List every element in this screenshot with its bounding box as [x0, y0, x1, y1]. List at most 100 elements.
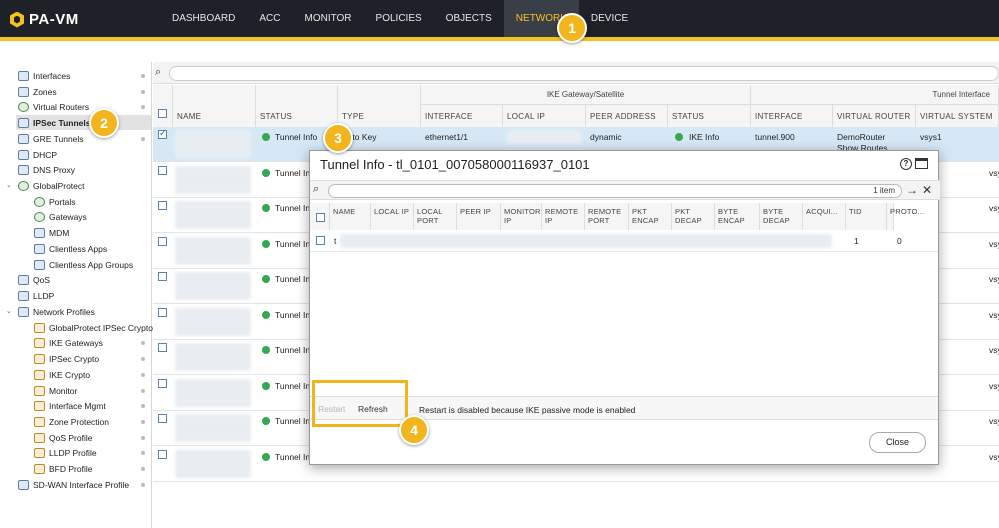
dialog-column-header[interactable]: BYTE DECAP	[760, 203, 803, 230]
select-all-checkbox[interactable]	[316, 213, 325, 222]
row-checkbox[interactable]	[158, 165, 167, 175]
status-up-icon	[262, 346, 270, 354]
sidebar-item-clientless-app-groups[interactable]: Clientless App Groups	[34, 257, 133, 272]
row-checkbox[interactable]	[158, 378, 167, 388]
dialog-column-header[interactable]: REMOTE PORT	[585, 203, 629, 230]
sidebar-item-label: IKE Crypto	[49, 369, 91, 380]
sidebar-item-bfd-profile[interactable]: BFD Profile	[34, 461, 92, 476]
clear-filter-icon[interactable]: ✕	[922, 183, 932, 197]
header-ike-peer-address[interactable]: PEER ADDRESS	[586, 105, 668, 127]
sidebar-item-label: BFD Profile	[49, 463, 93, 474]
sidebar-item-zone-protection[interactable]: Zone Protection	[34, 414, 109, 429]
sidebar-item-ike-crypto[interactable]: IKE Crypto	[34, 367, 90, 382]
redacted-name	[175, 343, 251, 371]
header-type[interactable]: TYPE	[338, 85, 421, 127]
sidebar-dot	[141, 467, 145, 471]
sidebar-item-clientless-apps[interactable]: Clientless Apps	[34, 241, 107, 256]
sidebar-item-qos[interactable]: QoS	[18, 272, 50, 287]
ike-info-link[interactable]: IKE Info	[689, 132, 719, 142]
maximize-icon[interactable]	[915, 158, 928, 169]
sdwan-icon	[18, 479, 29, 490]
header-ike-interface[interactable]: INTERFACE	[421, 105, 503, 127]
sidebar-item-zones[interactable]: Zones	[18, 84, 57, 99]
sidebar-item-dhcp[interactable]: DHCP	[18, 147, 57, 162]
header-virtual-router[interactable]: VIRTUAL ROUTER	[833, 105, 916, 127]
sa-proto: 0	[897, 236, 902, 246]
filter-input[interactable]	[169, 66, 999, 81]
tunnel-info-link[interactable]: Tunnel Info	[275, 132, 317, 142]
sidebar-dot	[141, 357, 145, 361]
sidebar-item-interfaces[interactable]: Interfaces	[18, 68, 70, 83]
collapse-toggle-icon[interactable]: ⌄	[6, 307, 12, 315]
sidebar-item-interface-mgmt[interactable]: Interface Mgmt	[34, 398, 106, 413]
sidebar-item-sdwan-interface-profile[interactable]: SD-WAN Interface Profile	[18, 477, 129, 492]
restart-button[interactable]: Restart	[318, 404, 345, 414]
row-checkbox[interactable]	[316, 236, 325, 245]
sidebar-item-monitor[interactable]: Monitor	[34, 383, 77, 398]
dialog-filter-input[interactable]: 1 item	[328, 184, 902, 198]
row-checkbox[interactable]	[158, 449, 167, 459]
row-checkbox[interactable]	[158, 414, 167, 423]
dialog-column-header[interactable]: PROTO...	[887, 203, 924, 230]
dialog-column-header[interactable]: NAME	[330, 203, 371, 230]
sidebar-item-gre-tunnels[interactable]: GRE Tunnels	[18, 131, 84, 146]
sidebar-item-ipsec-tunnels[interactable]: IPSec Tunnels	[16, 115, 151, 130]
select-all-checkbox[interactable]	[158, 109, 167, 118]
dialog-column-header[interactable]: REMOTE IP	[542, 203, 585, 230]
sidebar-item-label: Zones	[33, 86, 57, 97]
help-icon[interactable]: ?	[900, 158, 912, 170]
sidebar-item-mdm[interactable]: MDM	[34, 225, 69, 240]
ike-interface: ethernet1/1	[425, 132, 469, 142]
sidebar-item-lldp[interactable]: LLDP	[18, 288, 54, 303]
sidebar-item-lldp-profile[interactable]: LLDP Profile	[34, 445, 97, 460]
mdm-icon	[34, 227, 45, 238]
row-checkbox[interactable]	[158, 272, 167, 281]
header-name[interactable]: NAME	[173, 85, 256, 127]
tunnel-icon	[18, 117, 29, 128]
nav-policies[interactable]: POLICIES	[364, 0, 434, 37]
redacted-name	[175, 201, 251, 229]
dialog-column-header[interactable]: PKT DECAP	[672, 203, 715, 230]
dialog-column-header[interactable]: BYTE ENCAP	[715, 203, 760, 230]
nav-monitor[interactable]: MONITOR	[292, 0, 363, 37]
sidebar-item-globalprotect[interactable]: GlobalProtect	[18, 178, 85, 193]
header-ike-local-ip[interactable]: LOCAL IP	[503, 105, 586, 127]
close-button[interactable]: Close	[869, 432, 926, 453]
zones-icon	[18, 86, 29, 97]
sidebar-item-ike-gateways[interactable]: IKE Gateways	[34, 335, 103, 350]
header-status[interactable]: STATUS	[256, 85, 338, 127]
dialog-column-header[interactable]: LOCAL PORT	[414, 203, 457, 230]
dialog-column-header[interactable]: LOCAL IP	[371, 203, 414, 230]
sidebar-item-gateways[interactable]: Gateways	[34, 209, 87, 224]
sidebar-item-dns-proxy[interactable]: DNS Proxy	[18, 162, 75, 177]
header-virtual-system[interactable]: VIRTUAL SYSTEM	[916, 105, 999, 127]
dialog-column-header[interactable]: ACQUI...	[803, 203, 846, 230]
row-checkbox[interactable]	[158, 236, 167, 246]
header-ike-status[interactable]: STATUS	[668, 105, 751, 127]
header-tunnel-interface[interactable]: INTERFACE	[751, 105, 833, 127]
dialog-column-header[interactable]: MONITOR IP	[501, 203, 542, 230]
dialog-column-header[interactable]: PEER IP	[457, 203, 501, 230]
row-checkbox[interactable]	[158, 343, 167, 352]
refresh-button[interactable]: Refresh	[358, 404, 388, 414]
app-icon	[34, 243, 45, 254]
dialog-column-header[interactable]: PKT ENCAP	[629, 203, 672, 230]
sidebar-item-network-profiles[interactable]: Network Profiles	[18, 304, 95, 319]
nav-device[interactable]: DEVICE	[579, 0, 640, 37]
row-checkbox[interactable]	[158, 201, 167, 210]
sidebar-item-virtual-routers[interactable]: Virtual Routers	[18, 99, 89, 114]
sidebar-item-portals[interactable]: Portals	[34, 194, 75, 209]
nav-objects[interactable]: OBJECTS	[434, 0, 504, 37]
apply-filter-arrow-icon[interactable]: →	[906, 183, 918, 197]
dialog-table-row[interactable]: t 1 0	[310, 231, 938, 252]
row-checkbox[interactable]	[158, 307, 167, 317]
row-checkbox[interactable]	[158, 128, 167, 139]
dialog-column-header[interactable]: TID	[846, 203, 887, 230]
nav-dashboard[interactable]: DASHBOARD	[160, 0, 247, 37]
sidebar-item-qos-profile[interactable]: QoS Profile	[34, 430, 92, 445]
logo: PA-VM	[10, 11, 79, 28]
sidebar-item-ipsec-crypto[interactable]: IPSec Crypto	[34, 351, 99, 366]
nav-acc[interactable]: ACC	[247, 0, 292, 37]
sidebar-item-gp-ipsec-crypto[interactable]: GlobalProtect IPSec Crypto	[34, 320, 153, 335]
collapse-toggle-icon[interactable]: ⌄	[6, 181, 12, 189]
